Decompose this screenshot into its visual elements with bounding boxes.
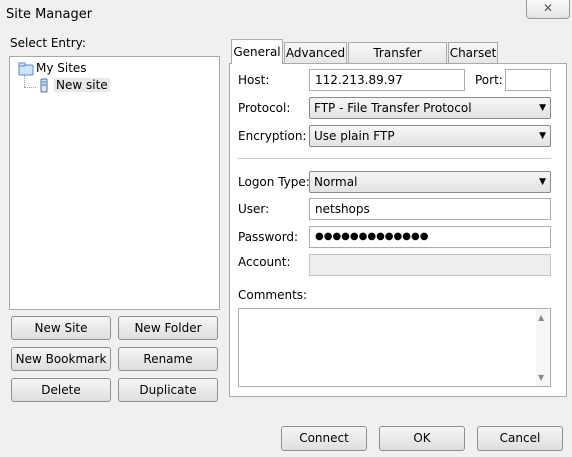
tab-charset[interactable]: Charset bbox=[448, 42, 498, 63]
user-label: User: bbox=[238, 202, 270, 216]
logon-type-select[interactable]: Normal ▼ bbox=[309, 171, 551, 193]
connect-button[interactable]: Connect bbox=[281, 426, 367, 451]
tree-item-label: My Sites bbox=[36, 61, 87, 75]
logon-type-label: Logon Type: bbox=[238, 175, 310, 189]
port-label: Port: bbox=[475, 73, 503, 87]
tab-general[interactable]: General bbox=[231, 39, 283, 64]
site-tree[interactable]: My Sites New site bbox=[9, 56, 220, 310]
scroll-down-icon[interactable]: ▼ bbox=[538, 373, 544, 382]
protocol-select[interactable]: FTP - File Transfer Protocol ▼ bbox=[309, 97, 551, 119]
tree-item-label: New site bbox=[54, 78, 110, 92]
comments-label: Comments: bbox=[238, 288, 308, 302]
select-entry-label: Select Entry: bbox=[10, 36, 86, 50]
new-folder-button[interactable]: New Folder bbox=[118, 316, 218, 340]
close-button[interactable]: ✕ bbox=[526, 0, 570, 19]
account-input bbox=[309, 254, 551, 276]
server-icon bbox=[40, 78, 48, 93]
encryption-label: Encryption: bbox=[238, 129, 307, 143]
password-label: Password: bbox=[238, 230, 299, 244]
separator bbox=[238, 158, 551, 159]
rename-button[interactable]: Rename bbox=[118, 347, 218, 371]
dropdown-arrow-icon: ▼ bbox=[539, 131, 546, 141]
protocol-value: FTP - File Transfer Protocol bbox=[314, 101, 472, 115]
host-input[interactable]: 112.213.89.97 bbox=[309, 69, 465, 91]
dropdown-arrow-icon: ▼ bbox=[539, 103, 546, 113]
close-icon: ✕ bbox=[542, 1, 554, 15]
dropdown-arrow-icon: ▼ bbox=[539, 177, 546, 187]
title-bar: Site Manager ✕ bbox=[0, 0, 572, 30]
folder-icon bbox=[18, 62, 34, 76]
tab-transfer-settings[interactable]: Transfer Settings bbox=[348, 42, 447, 80]
ok-button[interactable]: OK bbox=[379, 426, 465, 451]
password-input[interactable]: ●●●●●●●●●●●●● bbox=[309, 226, 551, 248]
encryption-select[interactable]: Use plain FTP ▼ bbox=[309, 125, 551, 147]
duplicate-button[interactable]: Duplicate bbox=[118, 378, 218, 402]
new-site-button[interactable]: New Site bbox=[11, 316, 111, 340]
scroll-up-icon[interactable]: ▲ bbox=[538, 313, 544, 322]
host-label: Host: bbox=[238, 73, 270, 87]
window-title: Site Manager bbox=[6, 7, 93, 22]
delete-button[interactable]: Delete bbox=[11, 378, 111, 402]
account-label: Account: bbox=[238, 255, 291, 269]
protocol-label: Protocol: bbox=[238, 101, 291, 115]
comments-textarea[interactable]: ▲ ▼ bbox=[238, 308, 551, 387]
user-input[interactable]: netshops bbox=[309, 198, 551, 220]
port-input[interactable] bbox=[505, 69, 551, 91]
tab-advanced[interactable]: Advanced bbox=[284, 42, 347, 63]
logon-type-value: Normal bbox=[314, 175, 358, 189]
cancel-button[interactable]: Cancel bbox=[477, 426, 563, 451]
new-bookmark-button[interactable]: New Bookmark bbox=[11, 347, 111, 371]
comments-scrollbar[interactable]: ▲ ▼ bbox=[536, 309, 550, 386]
encryption-value: Use plain FTP bbox=[314, 129, 395, 143]
